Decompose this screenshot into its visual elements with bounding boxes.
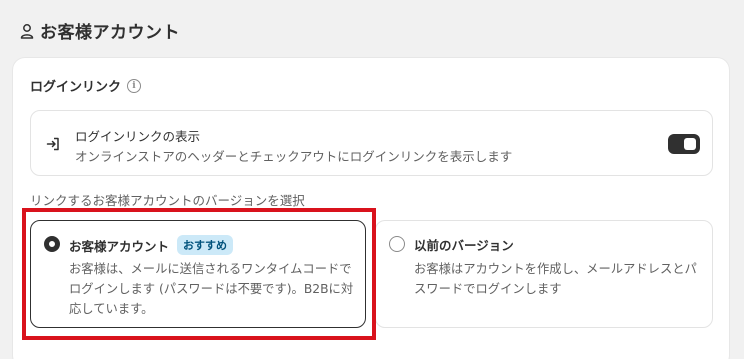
option-legacy-version[interactable]: 以前のバージョン お客様はアカウントを作成し、メールアドレスとパスワードでログイ…	[375, 220, 713, 328]
login-link-description: オンラインストアのヘッダーとチェックアウトにログインリンクを表示します	[75, 149, 513, 164]
person-icon	[20, 23, 34, 39]
radio-customer-accounts[interactable]	[44, 236, 60, 252]
option-customer-accounts[interactable]: お客様アカウント おすすめ お客様は、メールに送信されるワンタイムコードでログイ…	[30, 220, 366, 328]
option-description: お客様はアカウントを作成し、メールアドレスとパスワードでログインします	[414, 262, 697, 296]
toggle-knob	[684, 138, 696, 150]
version-select-label: リンクするお客様アカウントのバージョンを選択	[30, 193, 305, 208]
option-title-label: 以前のバージョン	[414, 238, 514, 253]
login-link-card: ログインリンク i ログインリンクの表示 オンラインストアのヘッダーとチェックア…	[13, 58, 729, 359]
login-arrow-icon	[45, 136, 61, 152]
option-title: お客様アカウント おすすめ	[69, 235, 234, 255]
page-header: お客様アカウント	[20, 18, 180, 43]
section-title: ログインリンク i	[30, 76, 142, 95]
login-link-toggle[interactable]	[668, 134, 700, 154]
section-title-label: ログインリンク	[30, 80, 122, 95]
login-link-title: ログインリンクの表示	[75, 129, 201, 144]
radio-legacy-version[interactable]	[389, 236, 405, 252]
page-title: お客様アカウント	[40, 23, 180, 43]
info-icon[interactable]: i	[127, 78, 142, 93]
option-title: 以前のバージョン	[414, 235, 514, 254]
option-description: お客様は、メールに送信されるワンタイムコードでログインします (パスワードは不要…	[69, 262, 354, 316]
option-title-label: お客様アカウント	[69, 238, 170, 254]
recommended-badge: おすすめ	[177, 235, 234, 255]
login-link-setting: ログインリンクの表示 オンラインストアのヘッダーとチェックアウトにログインリンク…	[30, 110, 713, 176]
